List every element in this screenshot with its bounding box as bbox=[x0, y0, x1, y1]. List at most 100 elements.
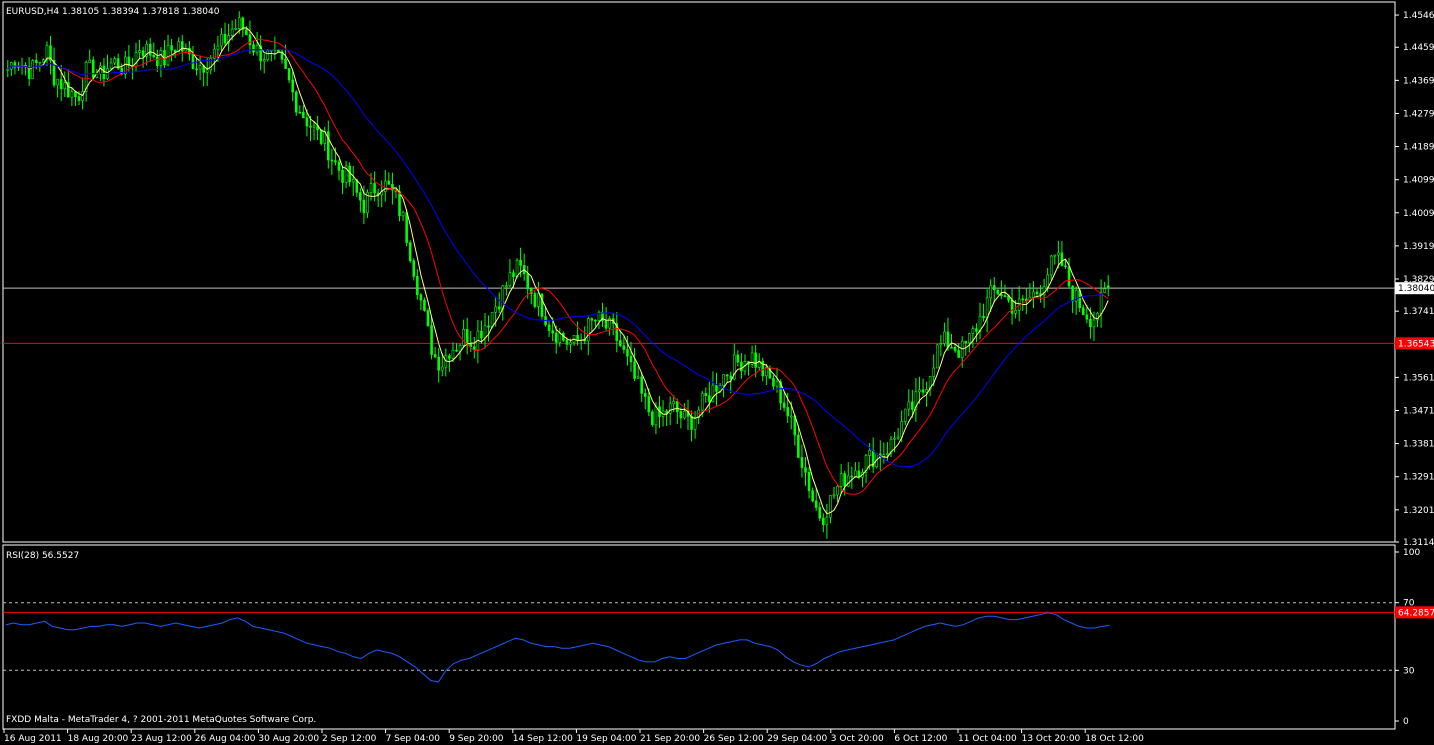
candle-body bbox=[305, 117, 309, 127]
candle-body bbox=[547, 324, 551, 331]
candle-body bbox=[672, 401, 676, 405]
candle-body bbox=[1064, 265, 1067, 267]
candle-body bbox=[38, 61, 42, 64]
candle-body bbox=[490, 311, 494, 328]
price-tick-label: 1.44590 bbox=[1403, 43, 1434, 53]
candle-body bbox=[234, 28, 238, 30]
candle-body bbox=[964, 340, 968, 344]
candle-body bbox=[309, 125, 312, 128]
candle-body bbox=[943, 331, 946, 344]
candle-body bbox=[387, 180, 391, 185]
candlestick-series bbox=[6, 11, 1110, 539]
time-tick-label: 19 Sep 04:00 bbox=[576, 734, 636, 744]
price-tick-label: 1.43690 bbox=[1403, 76, 1434, 86]
time-tick-label: 18 Aug 20:00 bbox=[68, 734, 129, 744]
candle-body bbox=[569, 342, 572, 345]
rsi-hline-tag-label: 64.2857 bbox=[1398, 608, 1434, 618]
candle-body bbox=[622, 345, 626, 350]
candle-body bbox=[704, 393, 708, 397]
candle-body bbox=[77, 96, 81, 101]
candle-body bbox=[245, 29, 248, 36]
candle-body bbox=[262, 59, 266, 62]
candle-body bbox=[825, 516, 829, 525]
candle-body bbox=[230, 28, 234, 36]
candle-body bbox=[1035, 291, 1039, 294]
candle-body bbox=[722, 374, 725, 386]
rsi-line-group bbox=[5, 612, 1111, 683]
moving-average-34 bbox=[7, 48, 1109, 468]
candle-body bbox=[939, 343, 943, 346]
price-tick-label: 1.34715 bbox=[1403, 406, 1434, 416]
candle-body bbox=[1103, 288, 1106, 293]
candle-body bbox=[433, 354, 437, 358]
candle-body bbox=[512, 272, 515, 277]
rsi-tick-label: 100 bbox=[1403, 548, 1420, 558]
candle-body bbox=[1057, 252, 1060, 256]
moving-average-lines bbox=[7, 27, 1109, 515]
candle-body bbox=[220, 33, 223, 47]
candle-body bbox=[515, 259, 519, 277]
candle-body bbox=[822, 517, 825, 525]
trading-chart[interactable]: 1.45465 1.44590 1.43690 1.42790 1.41890 1.409… bbox=[0, 0, 1434, 745]
candle-body bbox=[676, 401, 679, 412]
price-tick-label: 1.32915 bbox=[1403, 473, 1434, 483]
chart-header: EURUSD,H4 1.38105 1.38394 1.37818 1.3804… bbox=[6, 7, 220, 17]
candle-body bbox=[74, 91, 77, 97]
price-tick-label: 1.41890 bbox=[1403, 143, 1434, 153]
time-tick-label: 9 Sep 20:00 bbox=[449, 734, 504, 744]
time-tick-label: 13 Oct 20:00 bbox=[1022, 734, 1081, 744]
candle-body bbox=[651, 411, 654, 426]
time-tick-label: 16 Aug 2011 bbox=[4, 734, 62, 744]
price-axis: 1.45465 1.44590 1.43690 1.42790 1.41890 1.409… bbox=[1395, 11, 1434, 548]
candle-body bbox=[921, 389, 925, 393]
candle-body bbox=[633, 361, 636, 379]
price-tick-label: 1.37415 bbox=[1403, 307, 1434, 317]
candle-body bbox=[298, 111, 302, 114]
candle-body bbox=[971, 328, 975, 334]
candle-body bbox=[643, 393, 647, 397]
time-tick-label: 7 Sep 04:00 bbox=[386, 734, 441, 744]
candle-body bbox=[693, 417, 697, 430]
candle-body bbox=[102, 65, 106, 79]
candle-body bbox=[291, 79, 294, 93]
candle-body bbox=[416, 276, 419, 295]
candle-body bbox=[832, 494, 836, 497]
candle-body bbox=[359, 192, 362, 201]
candle-body bbox=[284, 59, 287, 69]
candle-body bbox=[1049, 255, 1053, 276]
candle-body bbox=[1106, 285, 1110, 289]
candle-body bbox=[383, 180, 387, 192]
candle-body bbox=[736, 354, 740, 363]
candle-body bbox=[604, 320, 608, 329]
price-tick-label: 1.42790 bbox=[1403, 109, 1434, 119]
candle-body bbox=[1099, 292, 1103, 314]
price-tick-label: 1.39190 bbox=[1403, 242, 1434, 252]
moving-average-5 bbox=[7, 27, 1109, 515]
candle-body bbox=[6, 68, 10, 71]
candle-body bbox=[398, 191, 401, 217]
candle-body bbox=[88, 59, 91, 63]
candle-body bbox=[975, 328, 978, 332]
candle-body bbox=[505, 285, 508, 288]
price-tick-label: 1.33815 bbox=[1403, 440, 1434, 450]
candle-body bbox=[1060, 252, 1064, 266]
time-axis: 16 Aug 2011 18 Aug 20:00 23 Aug 12:00 26 Au… bbox=[3, 729, 1144, 744]
time-tick-label: 21 Sep 20:00 bbox=[640, 734, 700, 744]
candle-body bbox=[565, 339, 569, 345]
candle-body bbox=[1081, 307, 1085, 316]
candle-body bbox=[1032, 291, 1035, 298]
moving-average-14 bbox=[7, 38, 1109, 495]
candle-body bbox=[52, 60, 56, 86]
candle-body bbox=[843, 473, 846, 487]
candle-body bbox=[811, 490, 814, 502]
candle-body bbox=[373, 183, 376, 194]
candle-body bbox=[437, 356, 440, 371]
candle-body bbox=[640, 376, 643, 394]
candle-body bbox=[700, 393, 704, 411]
candle-body bbox=[191, 53, 195, 70]
candle-body bbox=[992, 285, 996, 291]
candle-body bbox=[946, 331, 950, 348]
horizontal-lines: 1.38040 1.36543 64.2857 bbox=[3, 282, 1434, 671]
candle-body bbox=[1071, 285, 1074, 302]
time-tick-label: 6 Oct 12:00 bbox=[894, 734, 947, 744]
